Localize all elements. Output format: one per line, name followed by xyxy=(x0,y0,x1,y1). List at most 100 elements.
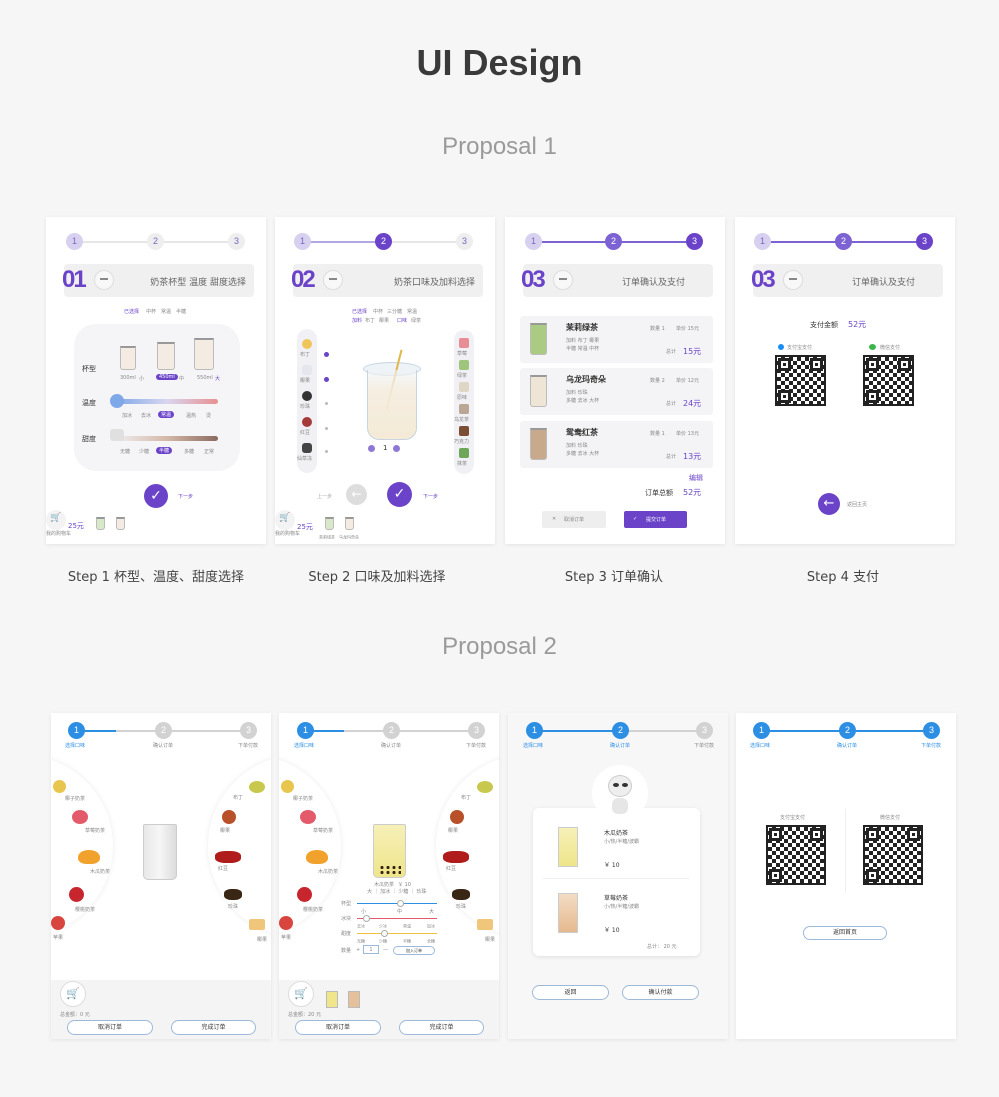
step-3-indicator[interactable]: 3 xyxy=(916,233,933,250)
next-label[interactable]: 下一步 xyxy=(178,493,193,500)
plus-icon[interactable] xyxy=(393,445,400,452)
minus-icon[interactable] xyxy=(368,445,375,452)
sweet-track[interactable] xyxy=(357,933,437,934)
cart-item-cup[interactable] xyxy=(96,517,105,530)
strawberry-fruit-icon[interactable] xyxy=(72,810,88,824)
step-3-indicator[interactable]: 3 xyxy=(696,722,713,739)
next-label[interactable]: 下一步 xyxy=(423,493,438,500)
cancel-order-button[interactable]: 取消订单 xyxy=(67,1020,153,1035)
cart-icon[interactable]: 🛒 xyxy=(288,981,314,1007)
size-thumb[interactable] xyxy=(397,900,404,907)
matcha-icon[interactable] xyxy=(459,448,469,458)
step-2-indicator[interactable]: 2 xyxy=(383,722,400,739)
red-bean-icon[interactable] xyxy=(443,851,469,863)
step-1-indicator[interactable]: 1 xyxy=(525,233,542,250)
size-450[interactable]: 450ml xyxy=(156,374,178,380)
cart-item-cup[interactable] xyxy=(326,991,338,1008)
back-home-button[interactable]: 返回首页 xyxy=(803,926,887,940)
temp-option-selected[interactable]: 常温 xyxy=(158,411,175,418)
large-cup[interactable] xyxy=(194,338,214,370)
complete-order-button[interactable]: 完成订单 xyxy=(171,1020,256,1035)
step-2-indicator[interactable]: 2 xyxy=(155,722,172,739)
step-1-indicator[interactable]: 1 xyxy=(297,722,314,739)
temperature-slider[interactable] xyxy=(116,399,218,404)
step-1-indicator[interactable]: 1 xyxy=(68,722,85,739)
back-home-icon[interactable]: ← xyxy=(818,493,840,515)
red-bean-icon[interactable] xyxy=(302,417,312,427)
cancel-order-button[interactable]: ✕ 取消订单 xyxy=(542,511,606,528)
pudding-icon[interactable] xyxy=(450,810,464,824)
cart-icon[interactable]: 🛒 xyxy=(60,981,86,1007)
cart-item-cup[interactable] xyxy=(116,517,125,530)
plus-icon[interactable]: — xyxy=(383,947,388,953)
apple-fruit-icon[interactable] xyxy=(51,916,65,930)
cart-item-cup[interactable] xyxy=(325,517,334,530)
step-3-indicator[interactable]: 3 xyxy=(456,233,473,250)
order-item[interactable]: 茉莉绿茶 加料 布丁 椰果 半糖 常温 中杯 数量 1 单价 15元 总计 15… xyxy=(520,316,713,363)
step-1-indicator[interactable]: 1 xyxy=(526,722,543,739)
cart-item-cup[interactable] xyxy=(348,991,360,1008)
medium-cup[interactable] xyxy=(157,342,175,370)
back-home-label[interactable]: 返回主页 xyxy=(847,501,867,508)
cart-icon[interactable]: 🛒 xyxy=(46,510,66,530)
coconut-jelly-icon[interactable] xyxy=(477,919,493,930)
pearl-icon[interactable] xyxy=(302,391,312,401)
minus-icon[interactable]: + xyxy=(356,947,360,953)
small-cup[interactable] xyxy=(120,346,136,370)
sweetness-slider[interactable] xyxy=(116,436,218,441)
coconut-jelly-icon[interactable] xyxy=(249,919,265,930)
cherry-fruit-icon[interactable] xyxy=(297,887,312,902)
confirm-payment-button[interactable]: 确认付款 xyxy=(622,985,699,1000)
qty-value[interactable]: 1 xyxy=(363,945,379,954)
strawberry-fruit-icon[interactable] xyxy=(300,810,316,824)
pearl-icon[interactable] xyxy=(224,889,242,900)
step-2-indicator[interactable]: 2 xyxy=(605,233,622,250)
cancel-order-button[interactable]: 取消订单 xyxy=(295,1020,381,1035)
oolong-icon[interactable] xyxy=(459,404,469,414)
grape-icon[interactable] xyxy=(477,781,493,793)
step-1-indicator[interactable]: 1 xyxy=(754,233,771,250)
order-item[interactable]: 乌龙玛奇朵 加料 珍珠 多糖 去冰 大杯 数量 2 单价 12元 总计 24元 xyxy=(520,368,713,415)
step-2-indicator[interactable]: 2 xyxy=(147,233,164,250)
step-1-indicator[interactable]: 1 xyxy=(66,233,83,250)
step-3-indicator[interactable]: 3 xyxy=(686,233,703,250)
ice-thumb[interactable] xyxy=(363,915,370,922)
papaya-fruit-icon[interactable] xyxy=(78,850,100,864)
order-item[interactable]: 鸳鸯红茶 加料 珍珠 多糖 去冰 大杯 数量 1 单价 13元 总计 13元 xyxy=(520,421,713,468)
back-button[interactable]: 返回 xyxy=(532,985,609,1000)
cart-item-cup[interactable] xyxy=(345,517,354,530)
coconut-fruit-icon[interactable] xyxy=(281,780,294,793)
step-3-indicator[interactable]: 3 xyxy=(240,722,257,739)
original-icon[interactable] xyxy=(459,382,469,392)
step-2-indicator[interactable]: 2 xyxy=(835,233,852,250)
step-2-indicator[interactable]: 2 xyxy=(839,722,856,739)
chocolate-icon[interactable] xyxy=(459,426,469,436)
apple-fruit-icon[interactable] xyxy=(279,916,293,930)
step-2-indicator[interactable]: 2 xyxy=(375,233,392,250)
next-check-button[interactable]: ✓ xyxy=(387,482,412,507)
step-1-indicator[interactable]: 1 xyxy=(294,233,311,250)
green-tea-icon[interactable] xyxy=(459,360,469,370)
pudding-icon[interactable] xyxy=(302,339,312,349)
complete-order-button[interactable]: 完成订单 xyxy=(399,1020,484,1035)
next-check-button[interactable]: ✓ xyxy=(144,484,168,508)
cart-icon[interactable]: 🛒 xyxy=(275,510,295,530)
pearl-icon[interactable] xyxy=(452,889,470,900)
step-3-indicator[interactable]: 3 xyxy=(228,233,245,250)
edit-link[interactable]: 编辑 xyxy=(689,473,703,483)
cherry-fruit-icon[interactable] xyxy=(69,887,84,902)
red-bean-icon[interactable] xyxy=(215,851,241,863)
back-arrow-button[interactable]: ← xyxy=(346,484,367,505)
add-to-order-button[interactable]: 加入订单 xyxy=(393,946,435,955)
grass-jelly-icon[interactable] xyxy=(302,443,312,453)
step-1-indicator[interactable]: 1 xyxy=(753,722,770,739)
pudding-icon[interactable] xyxy=(222,810,236,824)
coconut-fruit-icon[interactable] xyxy=(53,780,66,793)
sweet-option-selected[interactable]: 半糖 xyxy=(156,447,173,454)
coconut-icon[interactable] xyxy=(302,365,312,375)
sweet-thumb[interactable] xyxy=(381,930,388,937)
step-3-indicator[interactable]: 3 xyxy=(923,722,940,739)
grape-icon[interactable] xyxy=(249,781,265,793)
step-3-indicator[interactable]: 3 xyxy=(468,722,485,739)
papaya-fruit-icon[interactable] xyxy=(306,850,328,864)
